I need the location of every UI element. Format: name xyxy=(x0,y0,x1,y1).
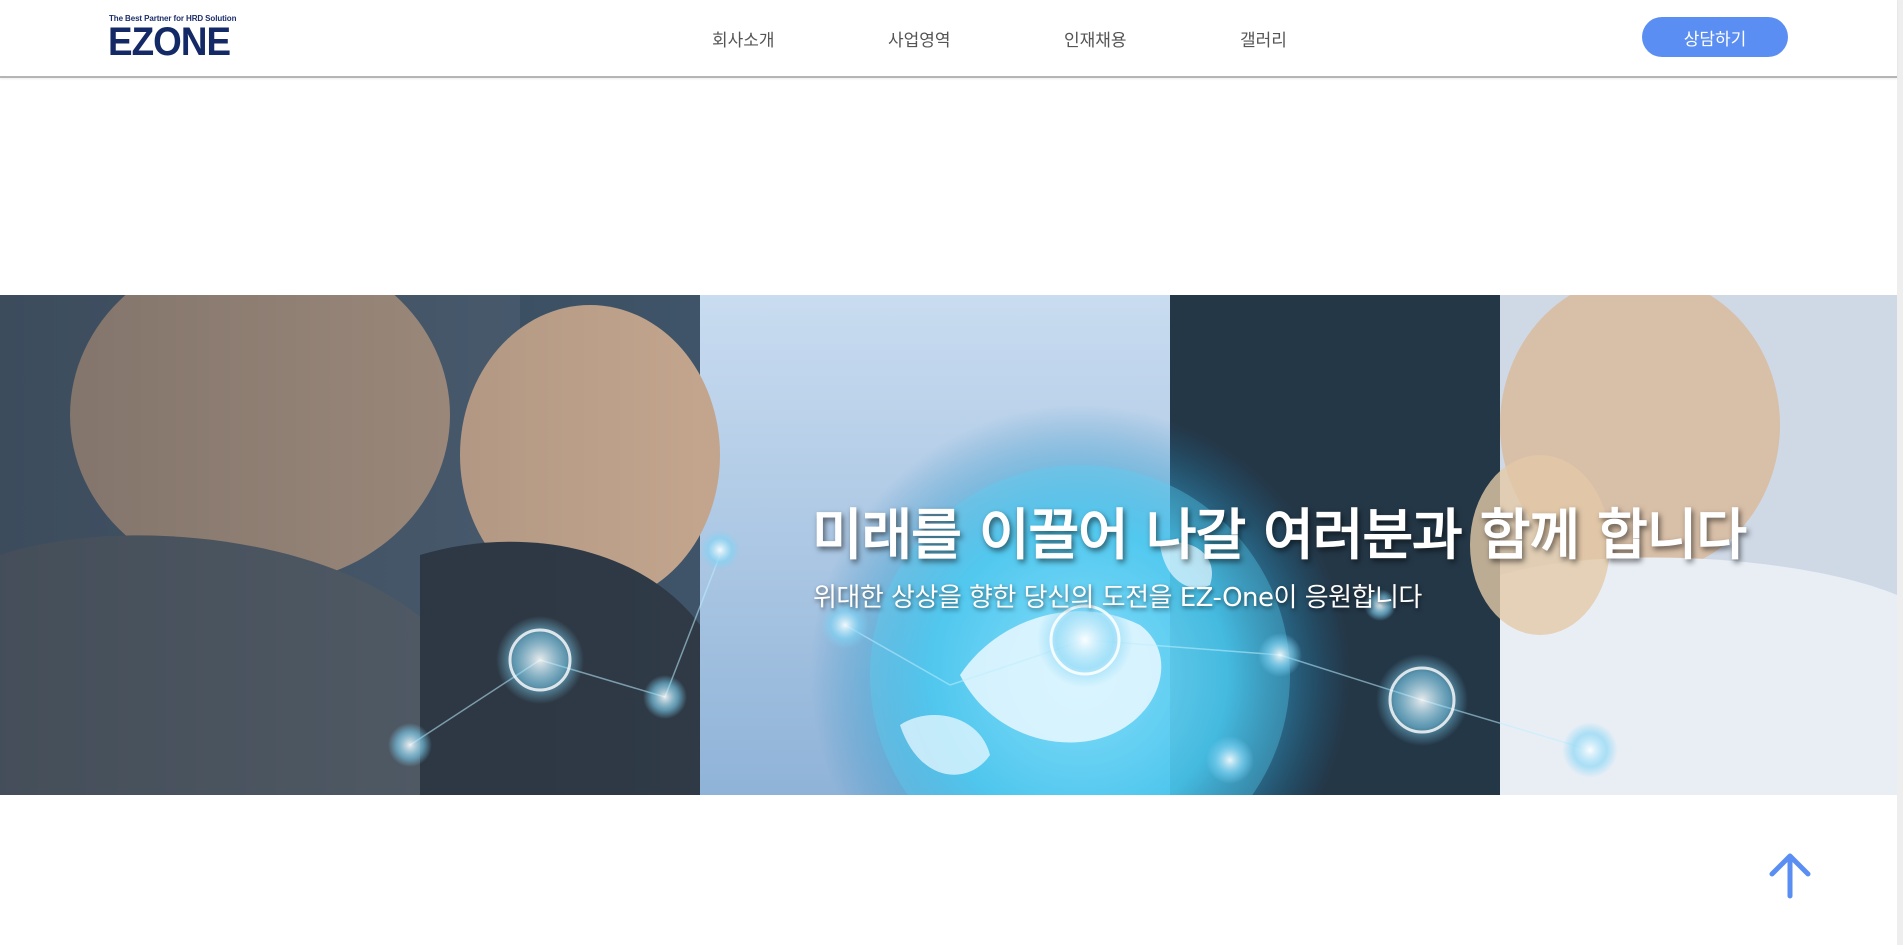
nav-item-gallery[interactable]: 갤러리 xyxy=(1240,26,1287,51)
nav-item-recruit[interactable]: 인재채용 xyxy=(1064,26,1127,51)
hero-banner: 미래를 이끌어 나갈 여러분과 함께 합니다 위대한 상상을 향한 당신의 도전… xyxy=(0,295,1897,795)
banner-subtitle: 위대한 상상을 향한 당신의 도전을 EZ-One이 응원합니다 xyxy=(813,583,1422,613)
scroll-to-top-button[interactable] xyxy=(1768,852,1812,900)
banner-title: 미래를 이끌어 나갈 여러분과 함께 합니다 xyxy=(812,503,1747,567)
ezone-logo[interactable]: The Best Partner for HRD Solution EZONE xyxy=(108,14,241,64)
nav-item-company[interactable]: 회사소개 xyxy=(712,26,775,51)
nav-item-business[interactable]: 사업영역 xyxy=(888,26,951,51)
page-scrollbar[interactable] xyxy=(1897,0,1903,945)
consult-button[interactable]: 상담하기 xyxy=(1642,17,1788,57)
arrow-up-icon xyxy=(1769,853,1811,899)
site-header: The Best Partner for HRD Solution EZONE … xyxy=(0,0,1897,78)
logo-wordmark: EZONE xyxy=(108,20,231,64)
page: The Best Partner for HRD Solution EZONE … xyxy=(0,0,1903,945)
